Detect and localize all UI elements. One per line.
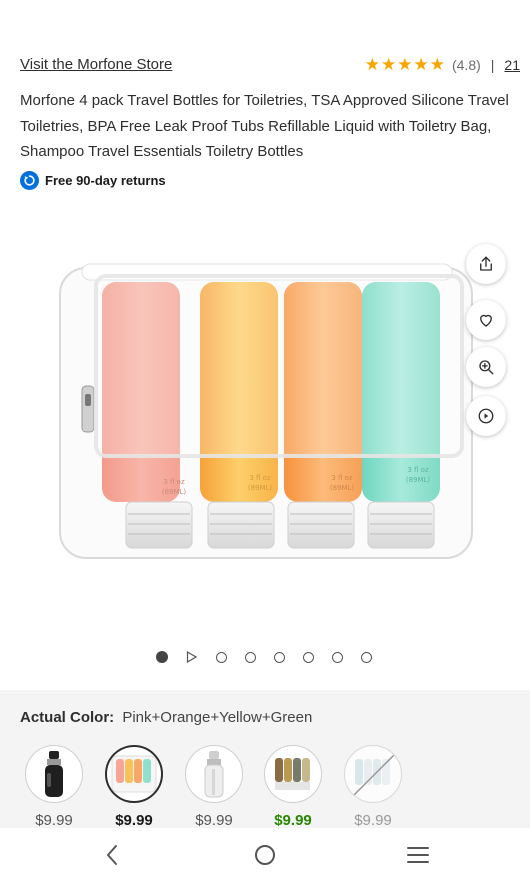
menu-icon: [407, 847, 429, 863]
swatch-image: [185, 745, 243, 803]
zoom-button[interactable]: [466, 347, 506, 387]
video-button[interactable]: [466, 396, 506, 436]
swatch-black-spray[interactable]: $9.99: [14, 745, 94, 829]
star-icon: ★: [429, 55, 445, 74]
heart-icon: [480, 314, 492, 327]
product-title: Morfone 4 pack Travel Bottles for Toilet…: [20, 92, 509, 160]
color-swatches: $9.99 $9.99 $9.99 $9.99 $9.99: [0, 745, 530, 835]
svg-text:3 fl oz: 3 fl oz: [249, 474, 271, 482]
returns-badge: Free 90-day returns: [20, 171, 166, 190]
rating-value: (4.8): [451, 56, 481, 73]
share-icon: [480, 256, 492, 271]
svg-text:(89ML): (89ML): [406, 476, 431, 484]
svg-text:(89ML): (89ML): [330, 484, 355, 492]
carousel-dot[interactable]: [216, 651, 227, 663]
swatch-image: [264, 745, 322, 803]
unavailable-slash-icon: [352, 753, 396, 797]
swatch-pink-orange-yellow-green[interactable]: $9.99: [94, 745, 174, 829]
svg-text:(89ML): (89ML): [162, 488, 187, 496]
swatch-image: [344, 745, 402, 803]
favorite-button[interactable]: [466, 300, 506, 340]
swatch-pastel-unavailable[interactable]: $9.99: [333, 745, 413, 829]
back-icon: [107, 845, 117, 865]
carousel-dot[interactable]: [332, 651, 343, 663]
rating-summary[interactable]: ★ ★ ★ ★ ★ (4.8) | 21: [365, 56, 520, 73]
svg-text:3 fl oz: 3 fl oz: [331, 474, 353, 482]
review-count-link[interactable]: 21: [504, 57, 520, 73]
carousel-dot[interactable]: [245, 651, 256, 663]
play-circle-icon: [478, 408, 494, 424]
carousel-indicator: [156, 650, 390, 664]
swatch-price: $9.99: [274, 812, 312, 829]
carousel-dot-active[interactable]: [156, 651, 168, 663]
star-icon: ★: [364, 55, 380, 74]
carousel-dot[interactable]: [274, 651, 285, 663]
carousel-dot[interactable]: [361, 651, 372, 663]
rating-separator: |: [490, 56, 495, 73]
star-icon: ★: [413, 55, 429, 74]
product-image: 3 fl oz (89ML) 3 fl oz (89ML) 3 fl oz (89ML…: [59, 263, 473, 559]
nav-menu-button[interactable]: [404, 842, 432, 868]
swatch-price: $9.99: [115, 812, 153, 829]
color-value: Pink+Orange+Yellow+Green: [122, 709, 313, 726]
swatch-image: [25, 745, 83, 803]
svg-text:3 fl oz: 3 fl oz: [407, 466, 429, 474]
star-rating: ★ ★ ★ ★ ★: [365, 56, 446, 73]
swatch-earth-tones[interactable]: $9.99: [253, 745, 333, 829]
share-button[interactable]: [466, 244, 506, 284]
svg-text:3 fl oz: 3 fl oz: [163, 478, 185, 486]
variant-selector: Actual Color: Pink+Orange+Yellow+Green $…: [0, 690, 530, 830]
swatch-clear-spray[interactable]: $9.99: [174, 745, 254, 829]
returns-text: Free 90-day returns: [45, 173, 166, 188]
color-label: Actual Color:: [20, 709, 115, 726]
swatch-price: $9.99: [35, 812, 73, 829]
return-arrow-icon: [20, 171, 39, 190]
swatch-price: $9.99: [195, 812, 233, 829]
carousel-dot[interactable]: [303, 651, 314, 663]
carousel-video-dot[interactable]: [186, 651, 198, 663]
star-icon: ★: [380, 55, 397, 74]
zoom-in-icon: [479, 360, 494, 375]
nav-back-button[interactable]: [98, 842, 126, 868]
swatch-price: $9.99: [354, 812, 392, 829]
swatch-image: [105, 745, 163, 803]
visit-store-link[interactable]: Visit the Morfone Store: [20, 56, 172, 73]
system-nav-bar: [0, 828, 530, 880]
color-selection-row: Actual Color: Pink+Orange+Yellow+Green: [20, 709, 312, 726]
home-icon: [255, 845, 275, 865]
play-icon: [186, 651, 197, 663]
nav-home-button[interactable]: [251, 842, 279, 868]
product-image-carousel[interactable]: 3 fl oz (89ML) 3 fl oz (89ML) 3 fl oz (89ML…: [0, 220, 530, 640]
store-rating-row: Visit the Morfone Store ★ ★ ★ ★ ★ (4.8) …: [20, 56, 520, 78]
star-icon: ★: [397, 55, 413, 74]
svg-text:(89ML): (89ML): [248, 484, 273, 492]
